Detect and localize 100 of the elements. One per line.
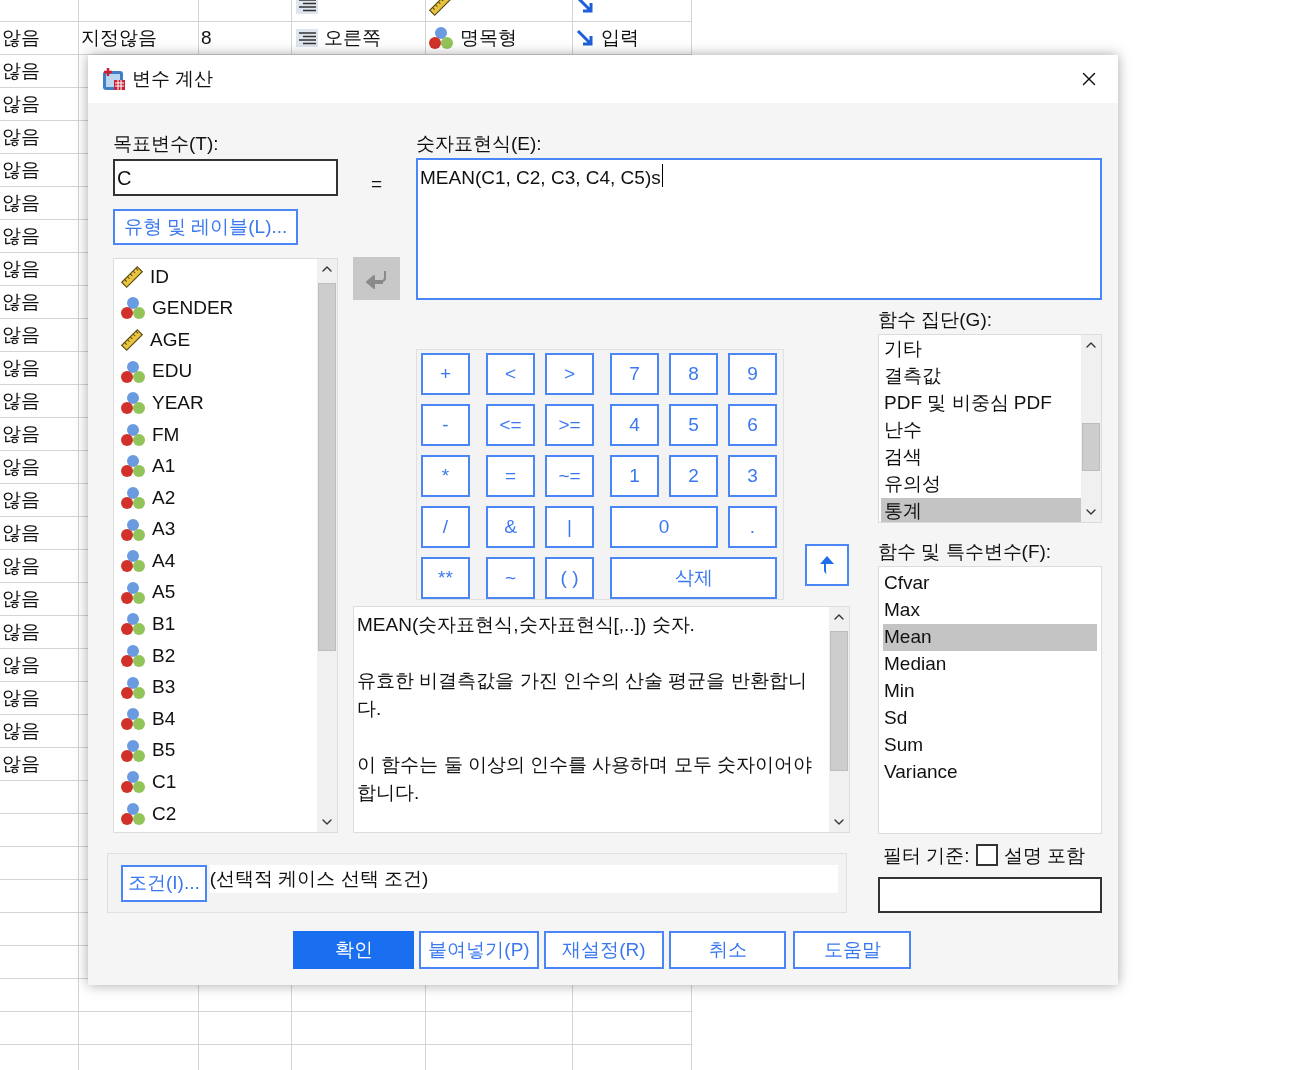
function-item[interactable]: Variance bbox=[883, 759, 1097, 786]
variable-item[interactable]: A1 bbox=[120, 450, 317, 483]
nominal-icon bbox=[120, 485, 146, 510]
nominal-icon bbox=[120, 391, 146, 416]
function-group-item[interactable]: 통계 bbox=[881, 498, 1081, 522]
keypad-key[interactable]: + bbox=[421, 353, 470, 395]
scrollbar-thumb[interactable] bbox=[1082, 423, 1100, 471]
nominal-icon bbox=[120, 580, 146, 605]
dialog-button[interactable]: 재설정(R) bbox=[544, 931, 664, 969]
keypad-key[interactable]: > bbox=[545, 353, 594, 395]
function-item[interactable]: Median bbox=[883, 651, 1097, 678]
keypad-key[interactable]: ~ bbox=[486, 557, 535, 599]
expression-field[interactable]: MEAN(C1, C2, C3, C4, C5)s bbox=[416, 158, 1102, 300]
variable-item[interactable]: B2 bbox=[120, 640, 317, 672]
function-group-item[interactable]: 난수 bbox=[881, 417, 1081, 444]
grid-cell-text: 지정않음 bbox=[81, 25, 157, 50]
keypad-key[interactable]: 8 bbox=[669, 353, 718, 395]
variable-item[interactable]: YEAR bbox=[120, 387, 317, 419]
variable-item[interactable]: A3 bbox=[120, 513, 317, 546]
keypad-key[interactable]: 1 bbox=[610, 455, 659, 497]
variable-item[interactable]: AGE bbox=[120, 324, 317, 356]
scrollbar-thumb[interactable] bbox=[830, 631, 848, 771]
keypad-key[interactable]: - bbox=[421, 404, 470, 446]
keypad-key[interactable]: ** bbox=[421, 557, 470, 599]
up-arrow-button[interactable] bbox=[805, 544, 849, 586]
keypad-key[interactable]: . bbox=[728, 506, 777, 548]
keypad-key[interactable]: 5 bbox=[669, 404, 718, 446]
function-item[interactable]: Sum bbox=[883, 732, 1097, 759]
function-group-item[interactable]: 결측값 bbox=[881, 363, 1081, 390]
filter-field[interactable] bbox=[878, 877, 1102, 913]
function-item[interactable]: Mean bbox=[883, 624, 1097, 651]
variable-item[interactable]: B3 bbox=[120, 671, 317, 704]
include-description-checkbox[interactable] bbox=[975, 844, 998, 866]
function-item[interactable]: Sd bbox=[883, 705, 1097, 732]
grid-cell-text: 입력 bbox=[601, 25, 639, 50]
variable-item[interactable]: A5 bbox=[120, 576, 317, 609]
calculator-icon bbox=[102, 67, 126, 91]
nominal-icon bbox=[120, 770, 146, 795]
variable-item[interactable]: EDU bbox=[120, 355, 317, 388]
variable-item[interactable]: ID bbox=[120, 261, 317, 293]
variable-item[interactable]: C1 bbox=[120, 766, 317, 799]
keypad-key[interactable]: ~= bbox=[545, 455, 594, 497]
keypad-key[interactable]: 2 bbox=[669, 455, 718, 497]
keypad-key[interactable]: ( ) bbox=[545, 557, 594, 599]
keypad-key[interactable]: 삭제 bbox=[610, 557, 777, 599]
function-group-item[interactable]: 유의성 bbox=[881, 471, 1081, 498]
function-group-item[interactable]: PDF 및 비중심 PDF bbox=[881, 390, 1081, 417]
description-text: MEAN(숫자표현식,숫자표현식[,..]) 숫자. bbox=[357, 613, 696, 637]
nominal-icon bbox=[120, 359, 146, 384]
grid-cell-text: 않음 bbox=[2, 751, 40, 776]
description-text: 유효한 비결측값을 가진 인수의 산술 평균을 반환합니다. bbox=[357, 669, 808, 721]
keypad-key[interactable]: 7 bbox=[610, 353, 659, 395]
nominal-icon bbox=[120, 643, 146, 668]
scrollbar-thumb[interactable] bbox=[318, 283, 336, 651]
keypad-key[interactable]: | bbox=[545, 506, 594, 548]
variable-item[interactable]: GENDER bbox=[120, 292, 317, 325]
function-group-item[interactable]: 기타 bbox=[881, 336, 1081, 363]
target-variable-field[interactable]: C bbox=[113, 159, 338, 196]
variable-item[interactable]: FM bbox=[120, 418, 317, 451]
keypad-key[interactable]: & bbox=[486, 506, 535, 548]
scrollbar[interactable] bbox=[317, 259, 337, 832]
function-item[interactable]: Min bbox=[883, 678, 1097, 705]
filter-label: 필터 기준: bbox=[883, 843, 970, 868]
keypad-key[interactable]: <= bbox=[486, 404, 535, 446]
function-item[interactable]: Max bbox=[883, 597, 1097, 624]
description-text: 이 함수는 둘 이상의 인수를 사용하며 모두 숫자이어야 합니다. bbox=[357, 753, 813, 805]
function-item[interactable]: Cfvar bbox=[883, 570, 1097, 597]
dialog-button[interactable]: 붙여넣기(P) bbox=[419, 931, 539, 969]
dialog-button[interactable]: 도움말 bbox=[793, 931, 911, 969]
function-group-item[interactable]: 검색 bbox=[881, 444, 1081, 471]
keypad-key[interactable]: 9 bbox=[728, 353, 777, 395]
grid-cell-text: 않음 bbox=[2, 157, 40, 182]
dialog-button[interactable]: 확인 bbox=[293, 931, 414, 969]
arrow-icon bbox=[575, 0, 595, 15]
variable-item[interactable]: A2 bbox=[120, 482, 317, 514]
variable-item[interactable]: B4 bbox=[120, 703, 317, 735]
keypad-key[interactable]: = bbox=[486, 455, 535, 497]
variable-item[interactable]: B5 bbox=[120, 734, 317, 767]
keypad-key[interactable]: < bbox=[486, 353, 535, 395]
keypad-key[interactable]: 6 bbox=[728, 404, 777, 446]
type-and-label-button[interactable]: 유형 및 레이블(L)... bbox=[113, 209, 298, 245]
keypad-key[interactable]: >= bbox=[545, 404, 594, 446]
variable-item[interactable]: A4 bbox=[120, 545, 317, 577]
condition-button[interactable]: 조건(I)... bbox=[121, 864, 207, 902]
keypad-key[interactable]: 4 bbox=[610, 404, 659, 446]
keypad-key[interactable]: 3 bbox=[728, 455, 777, 497]
functions-label: 함수 및 특수변수(F): bbox=[878, 539, 1053, 564]
scrollbar[interactable] bbox=[1081, 335, 1101, 522]
keypad-key[interactable]: / bbox=[421, 506, 470, 548]
scrollbar[interactable] bbox=[829, 607, 849, 832]
nominal-icon bbox=[120, 549, 146, 574]
grid-cell-text: 않음 bbox=[2, 388, 40, 413]
keypad-key[interactable]: 0 bbox=[610, 506, 718, 548]
dialog-button[interactable]: 취소 bbox=[669, 931, 786, 969]
variable-item[interactable]: B1 bbox=[120, 608, 317, 641]
keypad-key[interactable]: * bbox=[421, 455, 470, 497]
target-variable-label: 목표변수(T): bbox=[113, 131, 220, 156]
variable-item[interactable]: C2 bbox=[120, 798, 317, 830]
expression-label: 숫자표현식(E): bbox=[416, 131, 543, 156]
grid-cell-text: 명목형 bbox=[460, 25, 517, 50]
